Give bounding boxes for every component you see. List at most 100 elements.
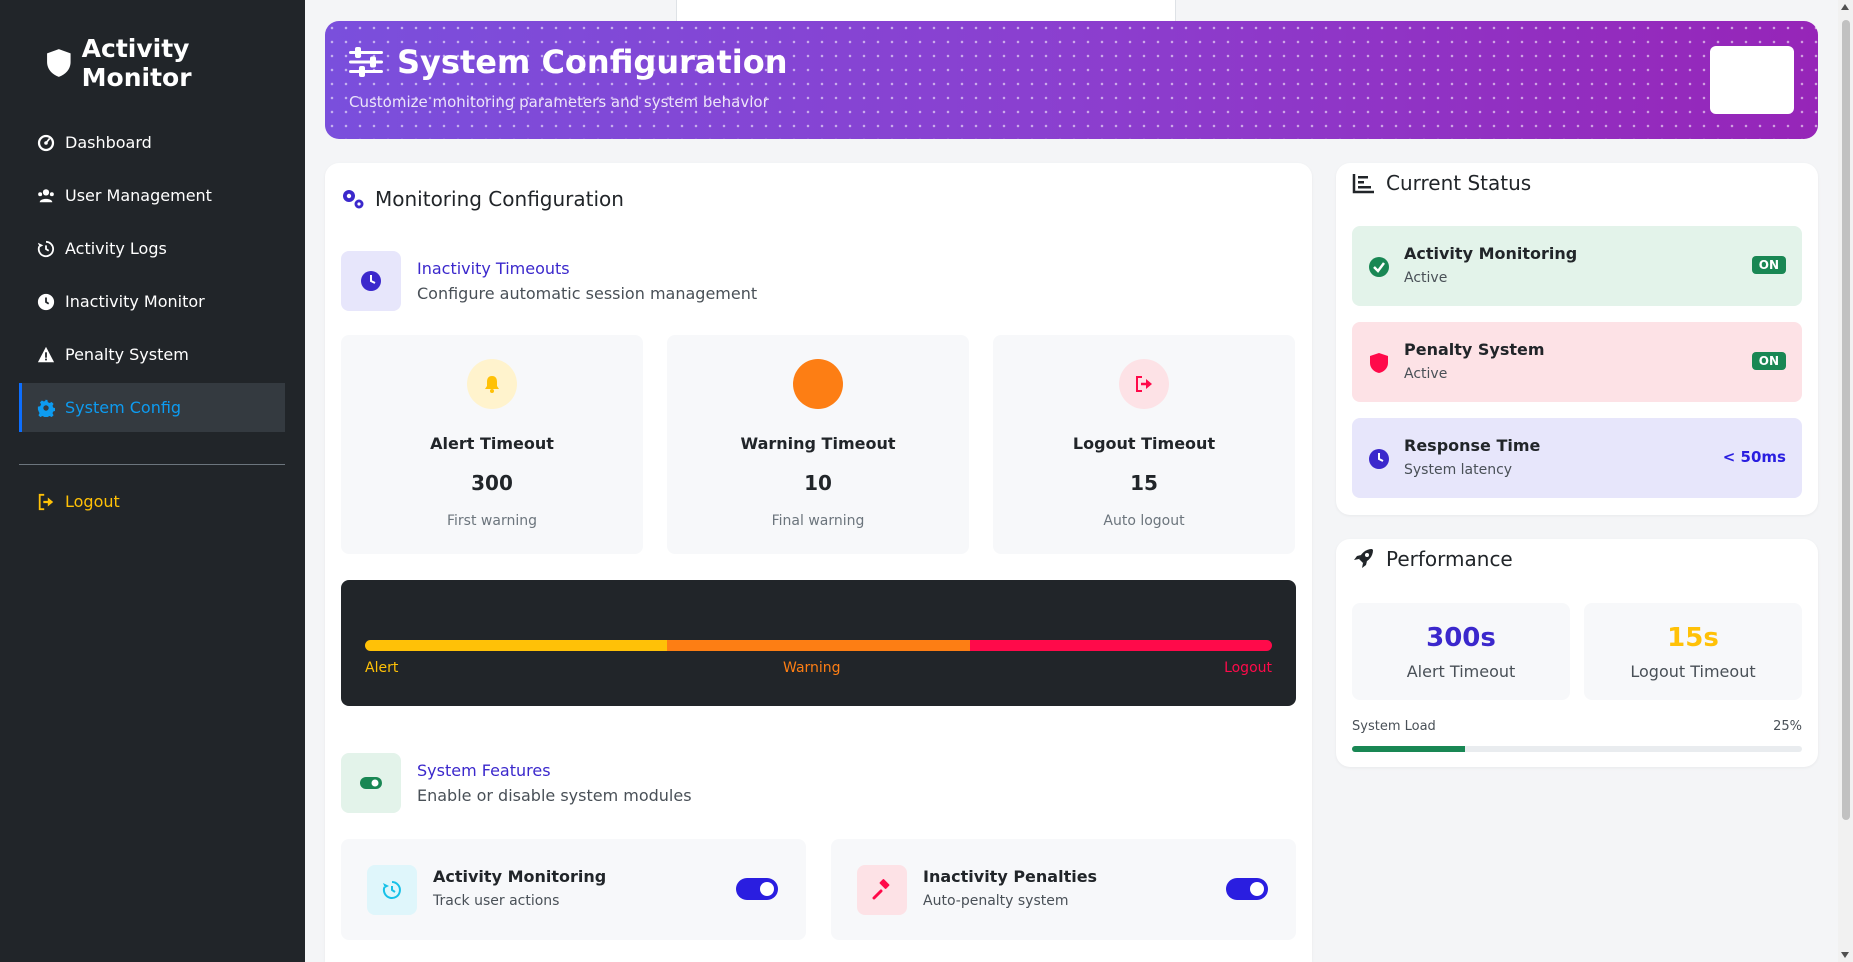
- page-title-text: System Configuration: [397, 43, 788, 81]
- scroll-thumb[interactable]: [1842, 20, 1850, 820]
- sidebar-item-dashboard[interactable]: Dashboard: [19, 118, 285, 167]
- sidebar-divider: [19, 464, 285, 465]
- sidebar-item-label: Penalty System: [65, 345, 189, 364]
- logout-icon: [38, 493, 54, 510]
- sidebar-item-label: Dashboard: [65, 133, 152, 152]
- warning-icon-circle: [793, 359, 843, 409]
- timeouts-description: Configure automatic session management: [417, 284, 758, 303]
- sidebar-item-label: Inactivity Monitor: [65, 292, 205, 311]
- top-tab-placeholder: [676, 0, 1176, 22]
- status-response-time: Response Time System latency < 50ms: [1352, 418, 1802, 498]
- timeline-label-warning: Warning: [783, 660, 841, 676]
- sidebar-nav: Dashboard User Management Activity Logs …: [19, 118, 285, 436]
- alert-timeout-value: 300: [471, 471, 513, 495]
- sidebar-item-penalty-system[interactable]: Penalty System: [19, 330, 285, 379]
- sign-out-icon: [1136, 376, 1152, 392]
- perf-alert-label: Alert Timeout: [1406, 662, 1516, 681]
- feature-desc: Auto-penalty system: [923, 893, 1069, 909]
- logout-timeout-label: Logout Timeout: [1072, 434, 1216, 453]
- sidebar-item-user-management[interactable]: User Management: [19, 171, 285, 220]
- features-title[interactable]: System Features: [417, 761, 692, 780]
- sidebar-item-label: User Management: [65, 186, 212, 205]
- sidebar-item-inactivity-monitor[interactable]: Inactivity Monitor: [19, 277, 285, 326]
- response-time-value: < 50ms: [1722, 448, 1786, 466]
- timeouts-title[interactable]: Inactivity Timeouts: [417, 259, 757, 278]
- page-subtitle: Customize monitoring parameters and syst…: [349, 93, 769, 111]
- page-title: System Configuration: [349, 43, 788, 81]
- perf-logout-label: Logout Timeout: [1630, 662, 1756, 681]
- perf-logout-value: 15s: [1667, 623, 1719, 653]
- feature-name: Activity Monitoring: [433, 867, 607, 886]
- clock-icon: [361, 271, 381, 291]
- gauge-icon: [37, 134, 55, 151]
- logout-timeout-box[interactable]: Logout Timeout 15 Auto logout: [993, 335, 1295, 554]
- performance-card-title: Performance: [1352, 547, 1513, 571]
- history-icon: [37, 240, 55, 257]
- logout-label: Logout: [65, 492, 120, 511]
- status-penalty-system: Penalty System Active ON: [1352, 322, 1802, 402]
- gavel-icon: [872, 879, 890, 900]
- brand-title: Activity Monitor: [81, 34, 192, 92]
- bell-icon-circle: [467, 359, 517, 409]
- users-icon: [38, 188, 54, 202]
- clock-icon: [37, 293, 55, 310]
- sidebar-item-system-config[interactable]: System Config: [19, 383, 285, 432]
- sidebar-item-label: Activity Logs: [65, 239, 167, 258]
- timeout-timeline: Alert Warning Logout: [341, 580, 1296, 706]
- performance-card: Performance 300s Alert Timeout 15s Logou…: [1336, 539, 1818, 767]
- status-sub: System latency: [1404, 462, 1513, 478]
- warning-timeout-box[interactable]: Warning Timeout 10 Final warning: [667, 335, 969, 554]
- feature-icon-box: [367, 865, 417, 915]
- logout-link[interactable]: Logout: [37, 492, 120, 511]
- toggle-icon: [360, 777, 382, 789]
- timeline-bar: [365, 640, 1272, 651]
- current-status-card: Current Status Activity Monitoring Activ…: [1336, 163, 1818, 515]
- system-features-header: System Features Enable or disable system…: [341, 753, 692, 813]
- status-badge: ON: [1751, 256, 1786, 274]
- activity-monitoring-toggle[interactable]: [736, 878, 778, 900]
- history-icon: [382, 881, 401, 899]
- perf-alert-value: 300s: [1426, 623, 1496, 653]
- logout-timeout-value: 15: [1130, 471, 1158, 495]
- rocket-icon: [1354, 549, 1373, 568]
- status-name: Penalty System: [1404, 340, 1545, 359]
- status-badge: ON: [1751, 352, 1786, 370]
- scroll-down-arrow[interactable]: [1841, 952, 1849, 958]
- brand: Activity Monitor: [46, 34, 305, 92]
- timeline-segment-alert: [365, 640, 668, 651]
- feature-icon-box: [857, 865, 907, 915]
- timeouts-icon-box: [341, 251, 401, 311]
- system-load-fill: [1352, 746, 1465, 752]
- cog-icon: [37, 399, 55, 417]
- status-name: Activity Monitoring: [1404, 244, 1578, 263]
- performance-card-title-text: Performance: [1386, 547, 1513, 571]
- clock-icon: [1369, 449, 1389, 469]
- status-activity-monitoring: Activity Monitoring Active ON: [1352, 226, 1802, 306]
- timeline-segment-warning: [667, 640, 970, 651]
- inactivity-timeouts-header: Inactivity Timeouts Configure automatic …: [341, 251, 757, 311]
- feature-inactivity-penalties: Inactivity Penalties Auto-penalty system: [831, 839, 1296, 940]
- alert-timeout-box[interactable]: Alert Timeout 300 First warning: [341, 335, 643, 554]
- alert-timeout-desc: First warning: [447, 513, 537, 529]
- system-load-percent: 25%: [1773, 719, 1802, 734]
- sidebar-item-activity-logs[interactable]: Activity Logs: [19, 224, 285, 273]
- page-scrollbar[interactable]: [1838, 0, 1853, 962]
- status-sub: Active: [1404, 270, 1448, 286]
- status-sub: Active: [1404, 366, 1448, 382]
- warning-timeout-desc: Final warning: [771, 513, 865, 529]
- shield-icon: [47, 49, 71, 77]
- perf-logout-timeout: 15s Logout Timeout: [1584, 603, 1802, 700]
- features-description: Enable or disable system modules: [417, 786, 692, 805]
- inactivity-penalties-toggle[interactable]: [1226, 878, 1268, 900]
- config-card-title-text: Monitoring Configuration: [375, 187, 624, 211]
- sidebar: Activity Monitor Dashboard User Manageme…: [0, 0, 305, 962]
- header-banner: System Configuration Customize monitorin…: [325, 21, 1818, 139]
- system-load-track: [1352, 746, 1802, 752]
- config-card-title: Monitoring Configuration: [341, 187, 624, 211]
- timeline-label-logout: Logout: [1224, 660, 1272, 676]
- scroll-up-arrow[interactable]: [1841, 4, 1849, 10]
- sliders-icon: [349, 47, 383, 77]
- features-icon-box: [341, 753, 401, 813]
- logout-timeout-desc: Auto logout: [1103, 513, 1185, 529]
- header-action-box[interactable]: [1710, 46, 1794, 114]
